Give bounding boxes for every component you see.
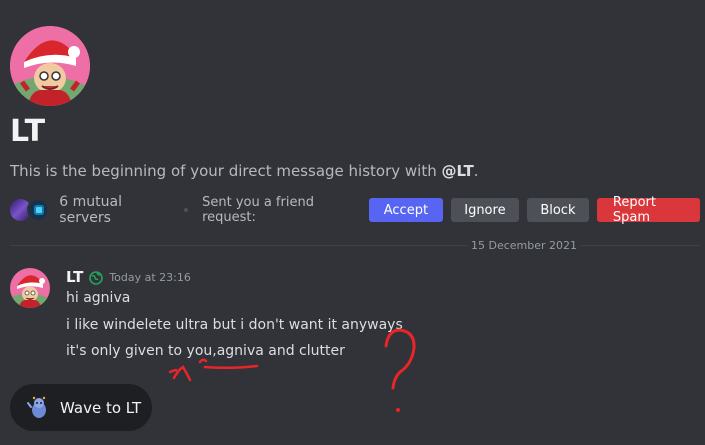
profile-username: LT [10, 114, 46, 149]
message-header: LT Today at 23:16 [66, 268, 191, 286]
intro-handle[interactable]: @LT [441, 162, 473, 180]
mutual-servers-link[interactable]: 6 mutual servers [59, 194, 170, 226]
ignore-button[interactable]: Ignore [450, 198, 519, 222]
globe-status-icon [89, 270, 104, 285]
friend-request-label: Sent you a friend request: [202, 195, 314, 225]
date-divider-line [10, 245, 700, 246]
separator-dot [184, 208, 189, 212]
message-line: i like windelete ultra but i don't want … [66, 317, 403, 333]
message-line: it's only given to you,agniva and clutte… [66, 343, 345, 359]
message-line: hi agniva [66, 290, 131, 306]
wumpus-wave-icon [26, 395, 52, 421]
accept-button[interactable]: Accept [368, 198, 443, 222]
wave-button-label: Wave to LT [60, 398, 142, 417]
intro-text: This is the beginning of your direct mes… [10, 162, 442, 180]
message-timestamp: Today at 23:16 [109, 270, 191, 284]
mutual-row: 6 mutual servers Sent you a friend reque… [10, 194, 700, 226]
mutual-server-icon[interactable] [26, 198, 50, 222]
block-button[interactable]: Block [526, 198, 589, 222]
message-author[interactable]: LT [66, 268, 83, 286]
wave-button[interactable]: Wave to LT [10, 384, 152, 431]
profile-avatar[interactable] [10, 26, 90, 106]
report-spam-button[interactable]: Report Spam [596, 195, 700, 225]
intro-suffix: . [473, 162, 479, 180]
dm-history-intro: This is the beginning of your direct mes… [10, 162, 479, 180]
message-avatar[interactable] [10, 268, 50, 308]
date-divider-label: 15 December 2021 [467, 239, 582, 252]
